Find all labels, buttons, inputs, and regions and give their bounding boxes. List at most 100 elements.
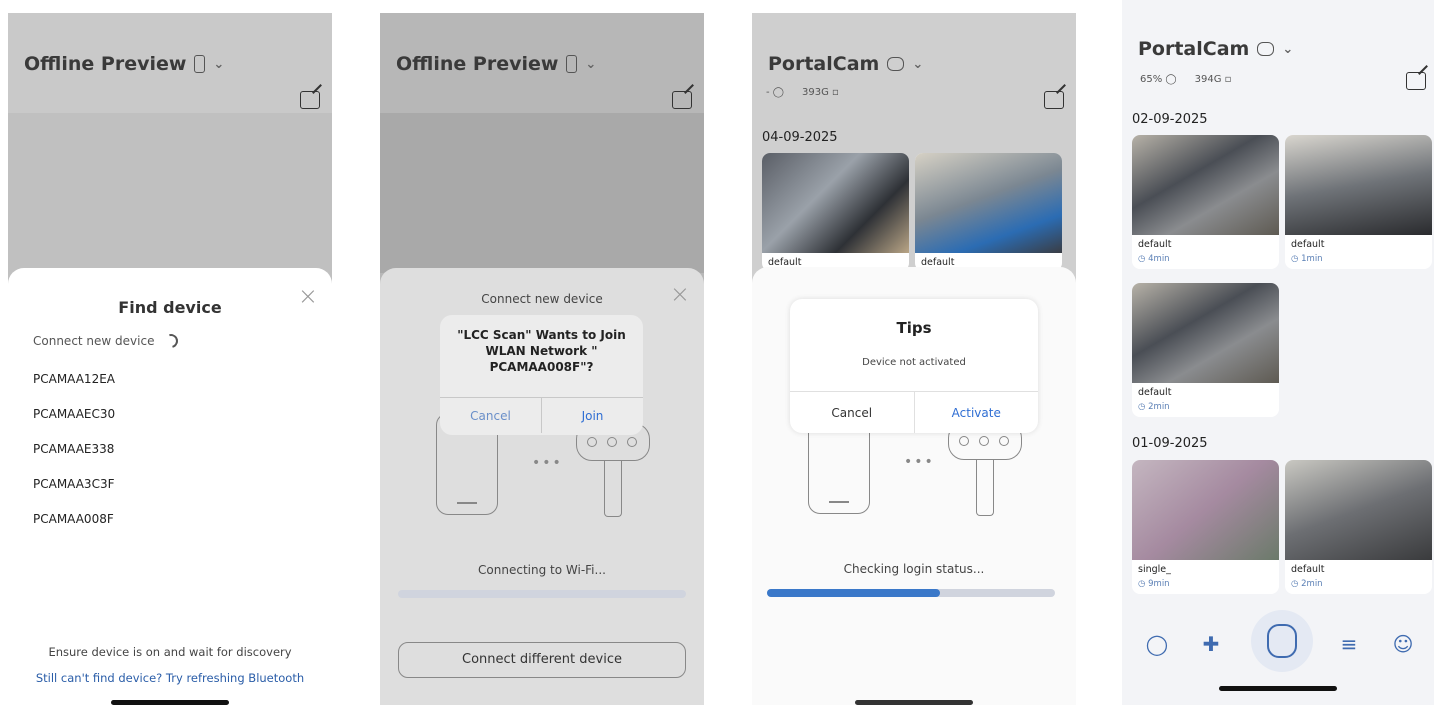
cancel-button[interactable]: Cancel bbox=[790, 392, 915, 433]
preview-area bbox=[8, 113, 332, 293]
device-item[interactable]: PCAMAA008F bbox=[33, 512, 114, 526]
media-thumbnail[interactable]: default bbox=[915, 153, 1062, 271]
loading-spinner-icon bbox=[161, 331, 182, 351]
join-button[interactable]: Join bbox=[542, 398, 643, 433]
storage-status: 394G ▫ bbox=[1194, 74, 1232, 85]
header-title[interactable]: Offline Preview ⌄ bbox=[24, 53, 224, 75]
device-item[interactable]: PCAMAAE338 bbox=[33, 442, 114, 456]
camera-handle-icon bbox=[976, 460, 994, 516]
page-title: PortalCam bbox=[768, 53, 880, 75]
ellipsis-icon: ••• bbox=[532, 455, 563, 471]
battery-status: - ◯ bbox=[766, 87, 784, 98]
thumbnail-duration: ◷ 2min bbox=[1138, 402, 1170, 412]
device-stats: - ◯ 393G ▫ bbox=[766, 87, 839, 98]
cancel-button[interactable]: Cancel bbox=[440, 398, 542, 433]
nav-settings-sliders-icon[interactable]: ≡ bbox=[1336, 632, 1362, 658]
nav-planet-icon[interactable]: ◯ bbox=[1144, 632, 1170, 658]
storage-status: 393G ▫ bbox=[802, 87, 839, 98]
sheet-title: Find device bbox=[118, 298, 222, 317]
edit-icon[interactable] bbox=[1044, 91, 1064, 109]
bottom-sheet: Find device × Connect new device PCAMAA1… bbox=[8, 268, 332, 705]
thumbnail-duration: ◷ 1min bbox=[1291, 254, 1323, 264]
activate-button[interactable]: Activate bbox=[915, 392, 1039, 433]
header-title[interactable]: PortalCam ⌄ bbox=[1138, 38, 1293, 60]
connect-new-device-label: Connect new device bbox=[33, 334, 155, 348]
close-icon[interactable]: × bbox=[298, 282, 318, 310]
dialog-message: Device not activated bbox=[862, 357, 966, 368]
media-thumbnail[interactable]: default ◷ 2min bbox=[1132, 283, 1279, 417]
thumbnail-caption: single_ bbox=[1138, 564, 1171, 575]
connect-new-device-row: Connect new device bbox=[33, 331, 182, 351]
page-title: Offline Preview bbox=[24, 53, 187, 75]
media-thumbnail[interactable]: default bbox=[762, 153, 909, 271]
thumbnail-image bbox=[762, 153, 909, 253]
home-indicator bbox=[111, 700, 229, 705]
activation-screen: PortalCam ⌄ - ◯ 393G ▫ 04-09-2025 defaul… bbox=[752, 13, 1076, 705]
edit-icon[interactable] bbox=[300, 91, 320, 109]
header-title[interactable]: PortalCam ⌄ bbox=[768, 53, 923, 75]
progress-bar bbox=[398, 590, 686, 598]
page-title: Offline Preview bbox=[396, 53, 559, 75]
connection-status: Connecting to Wi-Fi... bbox=[478, 563, 606, 577]
thumbnail-image bbox=[1285, 460, 1432, 560]
media-thumbnail[interactable]: default ◷ 4min bbox=[1132, 135, 1279, 269]
date-header: 01-09-2025 bbox=[1132, 436, 1208, 451]
media-thumbnail[interactable]: single_ ◷ 9min bbox=[1132, 460, 1279, 594]
chevron-down-icon: ⌄ bbox=[213, 56, 225, 72]
date-header: 04-09-2025 bbox=[762, 130, 838, 145]
device-item[interactable]: PCAMAAEC30 bbox=[33, 407, 115, 421]
thumbnail-duration: ◷ 2min bbox=[1291, 579, 1323, 589]
chevron-down-icon: ⌄ bbox=[1282, 41, 1294, 57]
edit-icon[interactable] bbox=[672, 91, 692, 109]
header-title[interactable]: Offline Preview ⌄ bbox=[396, 53, 596, 75]
home-indicator bbox=[855, 700, 973, 705]
dialog-message: "LCC Scan" Wants to Join WLAN Network " … bbox=[457, 328, 626, 374]
wlan-join-dialog: "LCC Scan" Wants to Join WLAN Network " … bbox=[440, 315, 643, 435]
nav-grid-icon[interactable]: ✚ bbox=[1198, 632, 1224, 658]
thumbnail-duration: ◷ 9min bbox=[1138, 579, 1170, 589]
device-stats: 65% ◯ 394G ▫ bbox=[1140, 74, 1231, 85]
nav-profile-icon[interactable]: ☺ bbox=[1390, 632, 1416, 658]
thumbnail-caption: default bbox=[1291, 239, 1325, 250]
progress-fill bbox=[767, 589, 940, 597]
camera-icon bbox=[887, 57, 905, 71]
close-icon[interactable]: × bbox=[670, 280, 690, 308]
thumbnail-image bbox=[1132, 135, 1279, 235]
edit-icon[interactable] bbox=[1406, 72, 1426, 90]
thumbnail-image bbox=[1285, 135, 1432, 235]
page-title: PortalCam bbox=[1138, 38, 1250, 60]
home-indicator bbox=[1219, 686, 1337, 691]
sheet-title: Connect new device bbox=[481, 292, 603, 306]
camera-handle-icon bbox=[604, 461, 622, 517]
tips-dialog: Tips Device not activated Cancel Activat… bbox=[790, 299, 1038, 433]
thumbnail-caption: default bbox=[1291, 564, 1325, 575]
thumbnail-caption: default bbox=[1138, 239, 1172, 250]
media-thumbnail[interactable]: default ◷ 1min bbox=[1285, 135, 1432, 269]
thumbnail-image bbox=[915, 153, 1062, 253]
camera-icon bbox=[1257, 42, 1275, 56]
thumbnail-duration: ◷ 4min bbox=[1138, 254, 1170, 264]
media-thumbnail[interactable]: default ◷ 2min bbox=[1285, 460, 1432, 594]
chevron-down-icon: ⌄ bbox=[912, 56, 924, 72]
date-header: 02-09-2025 bbox=[1132, 112, 1208, 127]
device-item[interactable]: PCAMAA3C3F bbox=[33, 477, 114, 491]
dialog-title: Tips bbox=[896, 319, 932, 337]
connect-wifi-screen: Offline Preview ⌄ Connect new device × •… bbox=[380, 13, 704, 705]
thumbnail-image bbox=[1132, 283, 1279, 383]
device-item[interactable]: PCAMAA12EA bbox=[33, 372, 115, 386]
camera-icon bbox=[1267, 624, 1297, 658]
login-status: Checking login status... bbox=[843, 562, 985, 576]
preview-area bbox=[380, 113, 704, 273]
gallery-screen: PortalCam ⌄ 65% ◯ 394G ▫ 02-09-2025 defa… bbox=[1122, 0, 1434, 705]
nav-camera-button[interactable] bbox=[1251, 610, 1313, 672]
find-device-screen: Offline Preview ⌄ Find device × Connect … bbox=[8, 13, 332, 705]
ellipsis-icon: ••• bbox=[904, 454, 935, 470]
progress-bar bbox=[767, 589, 1055, 597]
connect-different-device-button[interactable]: Connect different device bbox=[398, 642, 686, 678]
thumbnail-caption: default bbox=[1138, 387, 1172, 398]
bottom-navigation: ◯ ✚ ≡ ☺ bbox=[1122, 606, 1434, 705]
battery-status: 65% ◯ bbox=[1140, 74, 1177, 85]
phone-icon bbox=[194, 55, 206, 73]
chevron-down-icon: ⌄ bbox=[585, 56, 597, 72]
refresh-bluetooth-link[interactable]: Still can't find device? Try refreshing … bbox=[8, 671, 332, 685]
